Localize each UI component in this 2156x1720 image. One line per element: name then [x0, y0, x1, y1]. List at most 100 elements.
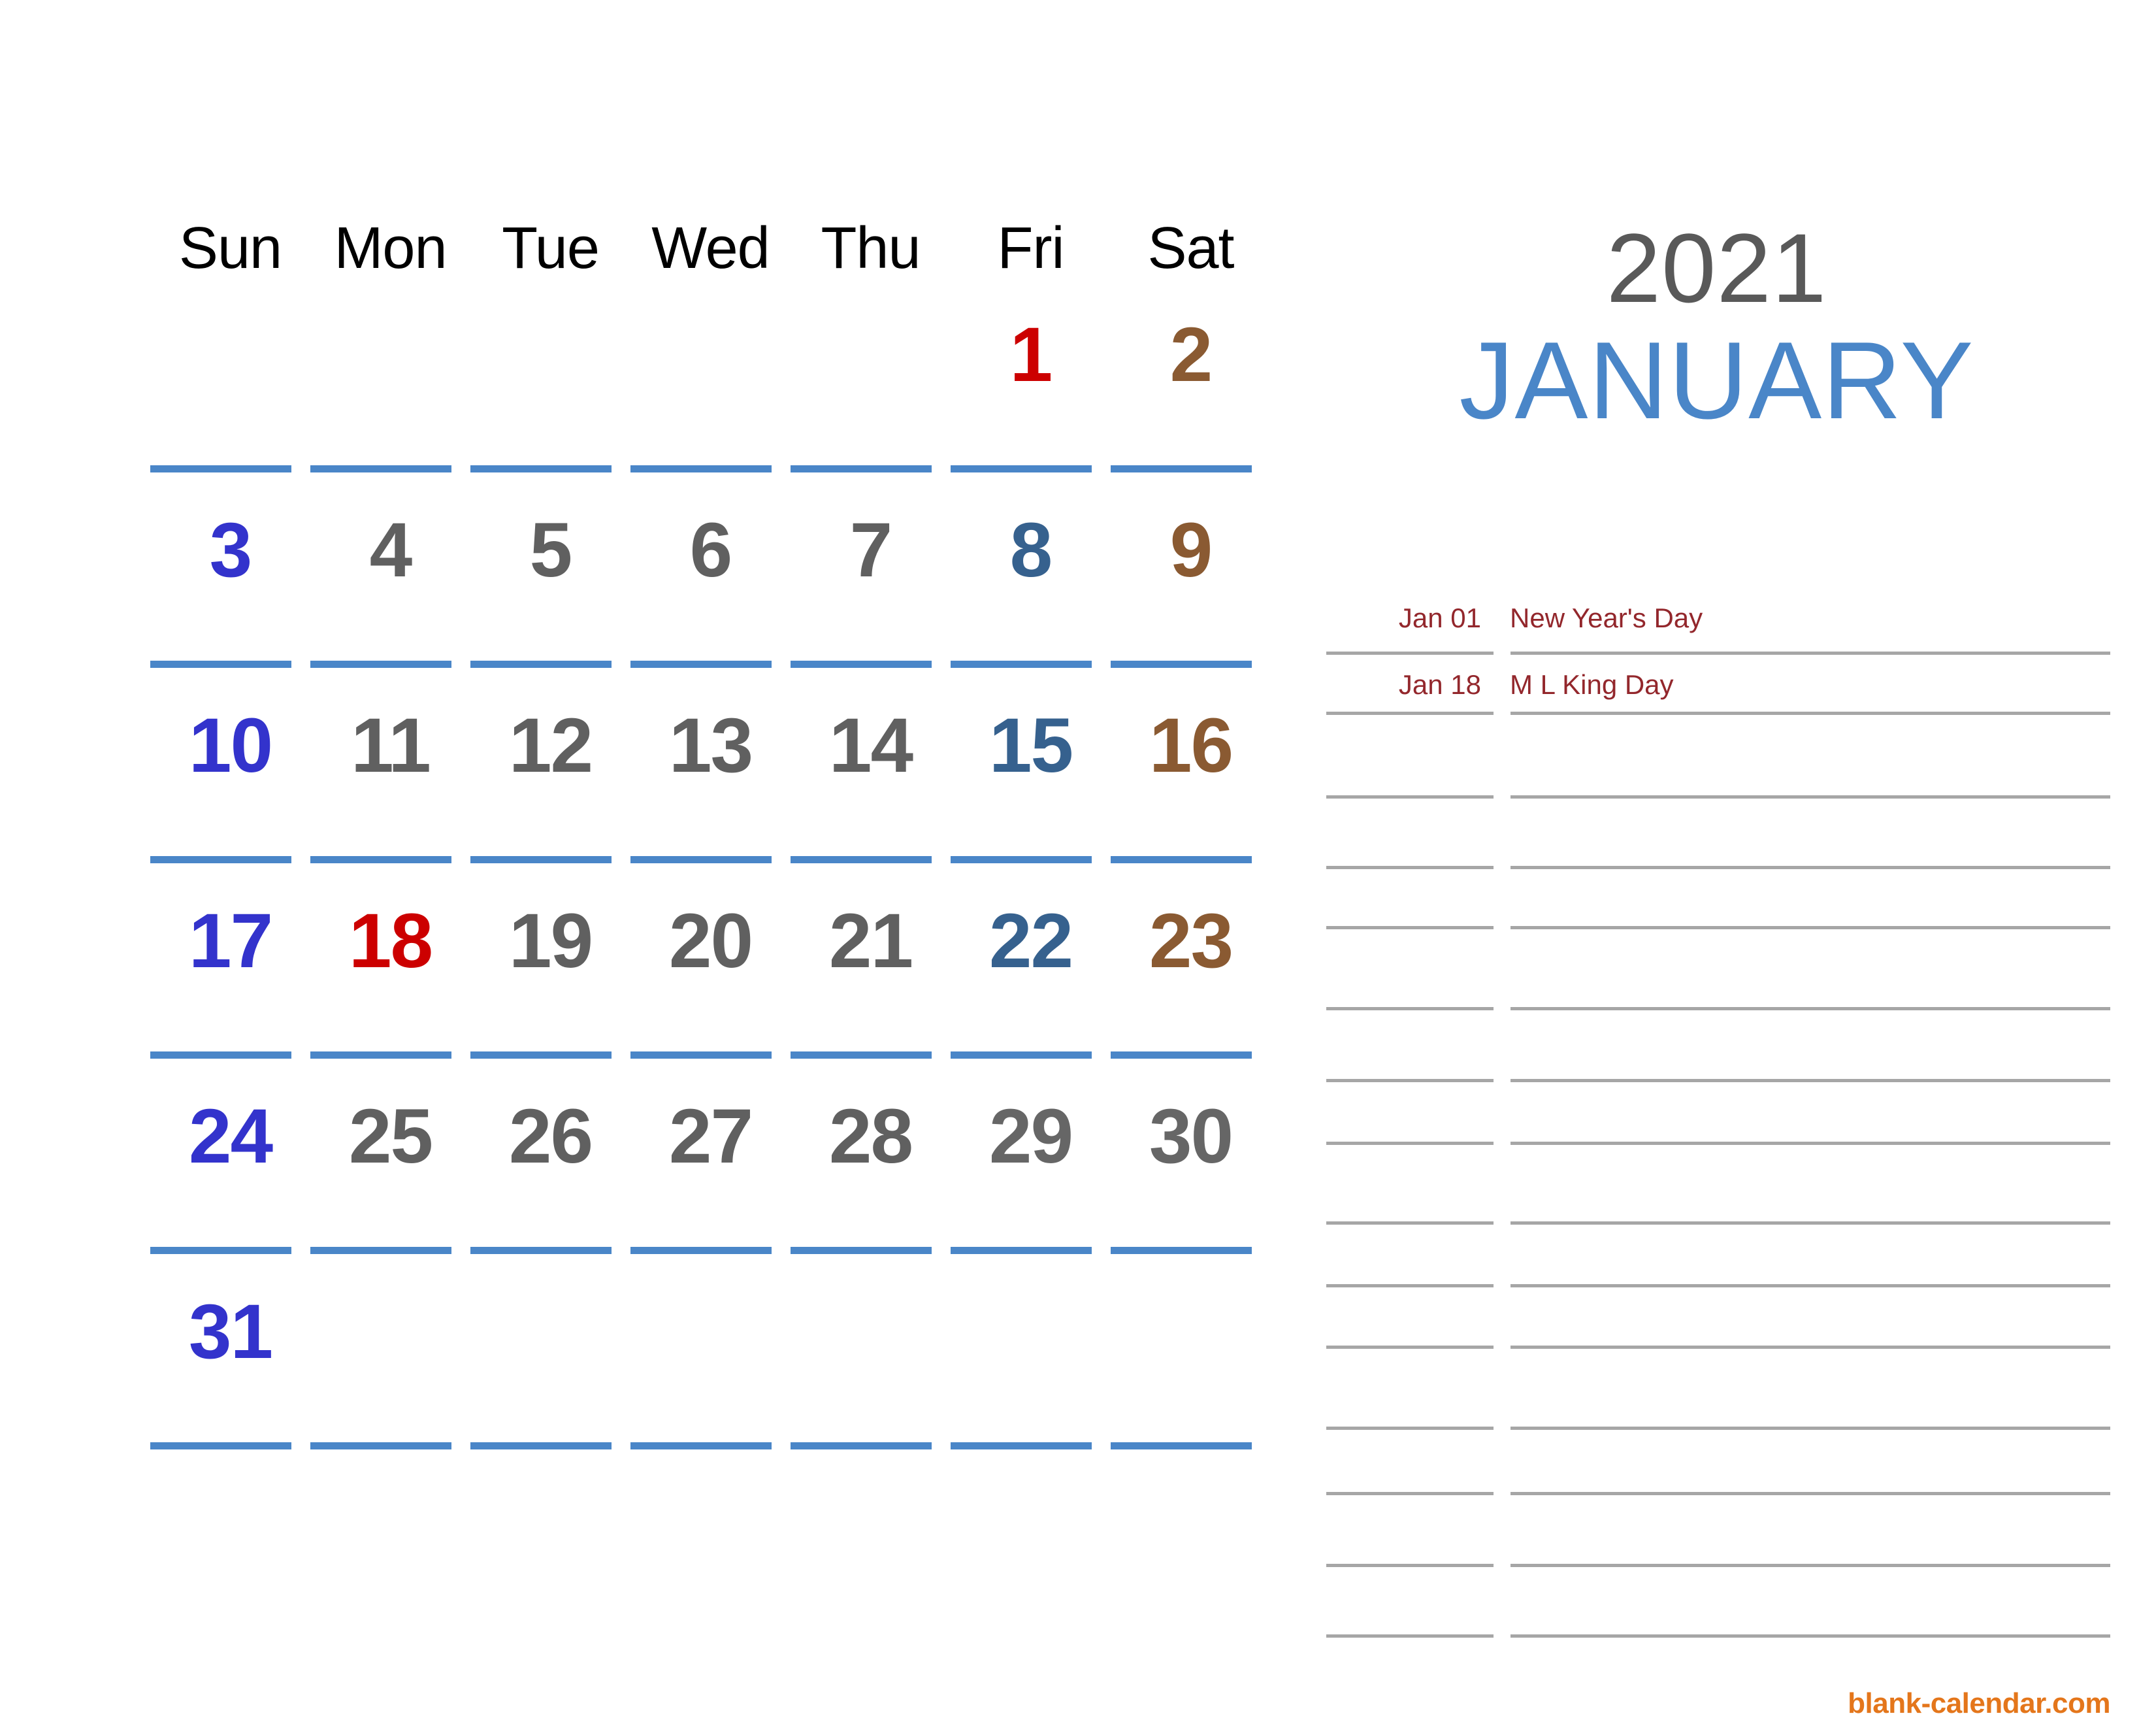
day-cell-2[interactable]: 2	[1111, 294, 1271, 489]
day-number: 21	[828, 898, 913, 984]
day-cell-30[interactable]: 30	[1111, 1076, 1271, 1271]
note-row-blank[interactable]	[1326, 799, 2110, 869]
brand-watermark: blank-calendar.com	[1848, 1687, 2110, 1719]
day-cell-15[interactable]: 15	[951, 685, 1111, 880]
day-cell-11[interactable]: 11	[310, 685, 470, 880]
note-row-blank[interactable]	[1326, 1225, 2110, 1287]
week-row: 24 25 26 27 28 29 30	[150, 1076, 1307, 1271]
note-row-blank[interactable]	[1326, 1082, 2110, 1145]
weekday-header-wed: Wed	[651, 216, 770, 281]
day-underline	[470, 1442, 612, 1449]
month-label: JANUARY	[1459, 319, 1974, 442]
day-underline	[150, 661, 291, 668]
day-cell-12[interactable]: 12	[470, 685, 630, 880]
day-underline	[630, 1247, 772, 1254]
week-row: 10 11 12 13 14 15 16	[150, 685, 1307, 880]
day-cell-17[interactable]: 17	[150, 880, 310, 1076]
day-underline	[470, 661, 612, 668]
day-cell-16[interactable]: 16	[1111, 685, 1271, 880]
note-row-content	[1326, 1495, 2110, 1567]
day-underline	[630, 1051, 772, 1059]
note-row-content	[1326, 799, 2110, 869]
day-cell-27[interactable]: 27	[630, 1076, 791, 1271]
day-number: 24	[188, 1093, 273, 1180]
day-number: 12	[508, 703, 593, 789]
day-cell-21[interactable]: 21	[791, 880, 951, 1076]
day-cell-7[interactable]: 7	[791, 489, 951, 685]
day-cell-22[interactable]: 22	[951, 880, 1111, 1076]
notes-and-holidays-list: Jan 01 New Year's Day Jan 18 M L King Day	[1326, 582, 2110, 1638]
day-cell-29[interactable]: 29	[951, 1076, 1111, 1271]
note-row-blank[interactable]	[1326, 1495, 2110, 1567]
note-row-content	[1326, 1010, 2110, 1082]
day-cell-empty	[1111, 1271, 1271, 1466]
note-row-content	[1326, 1430, 2110, 1495]
day-underline	[951, 661, 1092, 668]
day-underline	[470, 1051, 612, 1059]
note-row-blank[interactable]	[1326, 1567, 2110, 1638]
day-underline	[951, 856, 1092, 863]
note-row-blank[interactable]	[1326, 1287, 2110, 1349]
day-number: 30	[1149, 1093, 1233, 1180]
day-cell-5[interactable]: 5	[470, 489, 630, 685]
day-cell-20[interactable]: 20	[630, 880, 791, 1076]
day-underline	[470, 465, 612, 472]
note-row-blank[interactable]	[1326, 1145, 2110, 1225]
holiday-date: Jan 01	[1398, 603, 1481, 633]
day-cell-24[interactable]: 24	[150, 1076, 310, 1271]
note-row-content	[1326, 929, 2110, 1010]
day-cell-26[interactable]: 26	[470, 1076, 630, 1271]
day-number: 17	[188, 898, 273, 984]
day-number: 26	[508, 1093, 593, 1180]
note-row-blank[interactable]	[1326, 1430, 2110, 1495]
note-row-content: Jan 18 M L King Day	[1326, 655, 2110, 715]
week-row: 31	[150, 1271, 1307, 1466]
note-row-blank[interactable]	[1326, 1349, 2110, 1430]
day-number: 3	[209, 507, 253, 593]
day-underline	[951, 465, 1092, 472]
day-cell-28[interactable]: 28	[791, 1076, 951, 1271]
day-cell-9[interactable]: 9	[1111, 489, 1271, 685]
note-rule-date-column	[1326, 1634, 1494, 1638]
day-underline	[1111, 856, 1252, 863]
day-number: 1	[1009, 312, 1053, 398]
day-cell-empty	[630, 1271, 791, 1466]
day-cell-4[interactable]: 4	[310, 489, 470, 685]
day-underline	[791, 1247, 932, 1254]
day-cell-19[interactable]: 19	[470, 880, 630, 1076]
day-underline	[150, 1442, 291, 1449]
note-row-blank[interactable]	[1326, 715, 2110, 799]
note-row-content	[1326, 1225, 2110, 1287]
holiday-row[interactable]: Jan 01 New Year's Day	[1326, 582, 2110, 655]
day-cell-3[interactable]: 3	[150, 489, 310, 685]
day-cell-18[interactable]: 18	[310, 880, 470, 1076]
day-underline	[310, 661, 451, 668]
day-underline	[951, 1051, 1092, 1059]
day-underline	[630, 1442, 772, 1449]
day-cell-empty	[150, 294, 310, 489]
day-cell-10[interactable]: 10	[150, 685, 310, 880]
day-cell-13[interactable]: 13	[630, 685, 791, 880]
note-row-blank[interactable]	[1326, 929, 2110, 1010]
day-cell-25[interactable]: 25	[310, 1076, 470, 1271]
holiday-row[interactable]: Jan 18 M L King Day	[1326, 655, 2110, 715]
day-cell-empty	[630, 294, 791, 489]
day-cell-23[interactable]: 23	[1111, 880, 1271, 1076]
day-number: 11	[351, 703, 431, 789]
day-cell-31[interactable]: 31	[150, 1271, 310, 1466]
day-cell-1[interactable]: 1	[951, 294, 1111, 489]
day-underline	[791, 465, 932, 472]
day-number: 20	[668, 898, 753, 984]
day-underline	[1111, 661, 1252, 668]
day-cell-8[interactable]: 8	[951, 489, 1111, 685]
day-underline	[630, 465, 772, 472]
note-row-blank[interactable]	[1326, 869, 2110, 929]
day-cell-14[interactable]: 14	[791, 685, 951, 880]
year-label: 2021	[1606, 213, 1827, 323]
note-row-content	[1326, 715, 2110, 799]
note-row-blank[interactable]	[1326, 1010, 2110, 1082]
day-cell-6[interactable]: 6	[630, 489, 791, 685]
day-number: 2	[1169, 312, 1213, 398]
day-underline	[310, 465, 451, 472]
day-underline	[791, 661, 932, 668]
